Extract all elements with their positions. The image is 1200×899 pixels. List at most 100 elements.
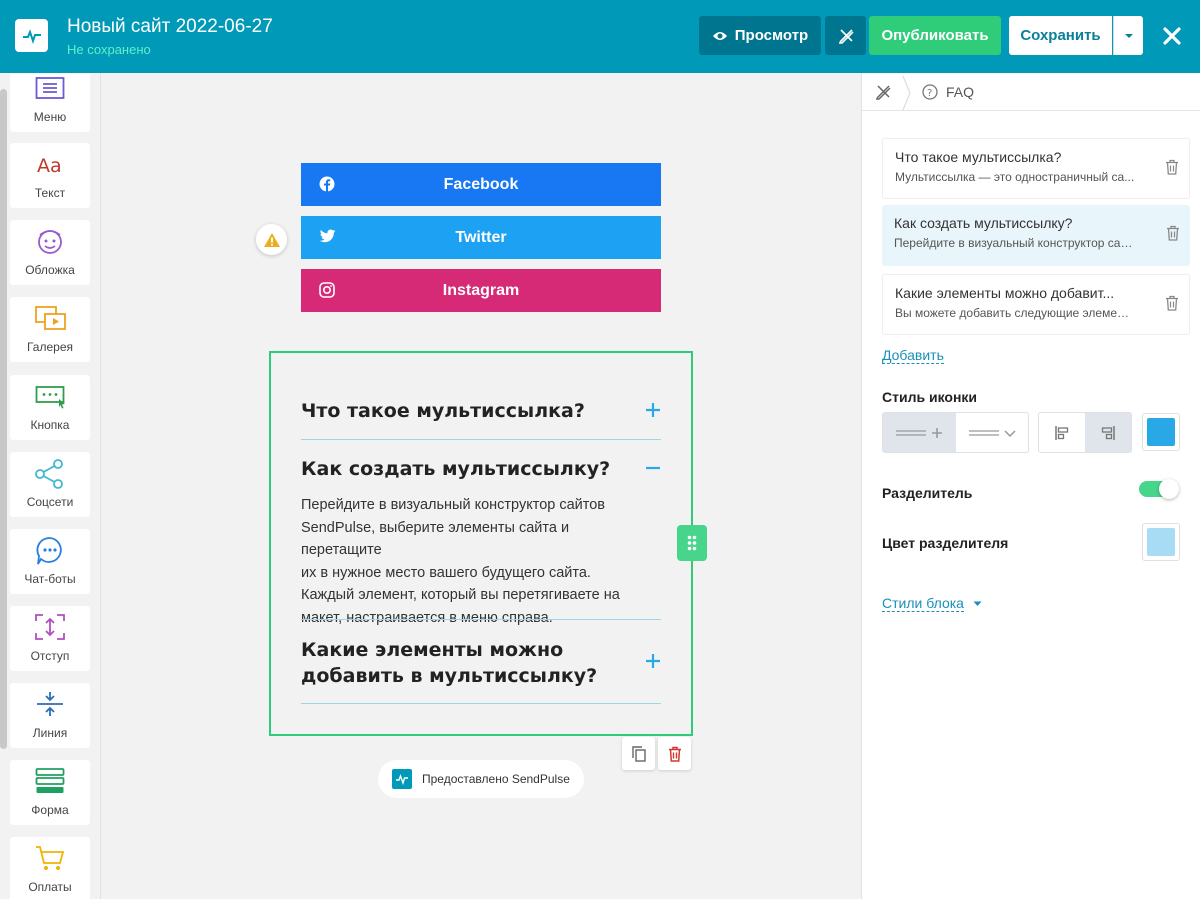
delete-block-button[interactable]: [658, 737, 691, 770]
cart-icon: [36, 846, 65, 870]
faq-answer-line: SendPulse, выберите элементы сайта и пер…: [301, 519, 570, 559]
sendpulse-logo[interactable]: [15, 19, 48, 52]
instagram-button[interactable]: Instagram: [301, 269, 661, 312]
icon-style-plus-option[interactable]: [883, 413, 956, 452]
warning-icon: [263, 232, 280, 247]
twitter-button[interactable]: Twitter: [301, 216, 661, 259]
share-icon: [35, 459, 63, 489]
plus-icon[interactable]: [645, 653, 661, 669]
tool-menu-label: Меню: [33, 110, 67, 124]
instagram-label: Instagram: [442, 281, 520, 299]
site-title[interactable]: Новый сайт 2022-06-27: [67, 16, 273, 38]
tool-cover-label: Обложка: [25, 263, 75, 277]
preview-button[interactable]: Просмотр: [699, 16, 821, 55]
tool-text-label: Текст: [34, 186, 66, 200]
duplicate-block-button[interactable]: [622, 737, 655, 770]
tool-social[interactable]: Соцсети: [10, 452, 90, 517]
design-tools-icon[interactable]: [874, 83, 892, 101]
tool-button[interactable]: Кнопка: [10, 375, 90, 440]
minus-icon[interactable]: [645, 460, 661, 476]
tool-cover[interactable]: Обложка: [10, 220, 90, 285]
align-left-icon: [1055, 425, 1069, 440]
chatbot-icon: [36, 537, 62, 565]
publish-button[interactable]: Опубликовать: [869, 16, 1001, 55]
trash-icon[interactable]: [1165, 159, 1179, 175]
icon-color-picker[interactable]: [1142, 413, 1180, 451]
block-styles-link[interactable]: Стили блока: [882, 595, 964, 612]
preview-label: Просмотр: [734, 27, 809, 44]
faq-list-item[interactable]: Что такое мультиссылка? Мультиссылка — э…: [882, 138, 1190, 199]
faq-divider: [301, 439, 661, 440]
chevron-right-icon: [902, 75, 911, 111]
warning-indicator[interactable]: [256, 224, 287, 255]
icon-align-right-option[interactable]: [1085, 413, 1131, 452]
tool-chatbots-label: Чат-боты: [24, 572, 76, 586]
tool-line[interactable]: Линия: [10, 683, 90, 748]
faq-divider: [301, 703, 661, 704]
tool-gallery-label: Галерея: [26, 340, 74, 354]
breadcrumb-current[interactable]: FAQ: [946, 84, 974, 100]
trash-icon[interactable]: [1165, 295, 1179, 311]
icon-style-label: Стиль иконки: [882, 389, 978, 405]
svg-text:Aa: Aa: [37, 155, 62, 177]
help-icon: ?: [922, 84, 938, 100]
design-tools-icon: [838, 28, 854, 44]
instagram-icon: [319, 282, 335, 298]
line-icon: [37, 692, 63, 716]
facebook-button[interactable]: Facebook: [301, 163, 661, 206]
tool-menu[interactable]: Меню: [10, 73, 90, 132]
tool-text[interactable]: Aa Текст: [10, 143, 90, 208]
twitter-icon: [319, 229, 336, 243]
sidebar-scrollbar[interactable]: [0, 89, 7, 749]
tool-payments[interactable]: Оплаты: [10, 837, 90, 899]
tool-chatbots[interactable]: Чат-боты: [10, 529, 90, 594]
add-faq-item-link[interactable]: Добавить: [882, 347, 944, 364]
faq-answer-line: Перейдите в визуальный конструктор сайто…: [301, 497, 606, 513]
faq-list-answer: Мультиссылка — это одностраничный са...: [895, 170, 1135, 184]
button-icon: [35, 386, 65, 409]
faq-list-question: Какие элементы можно добавит...: [895, 285, 1115, 301]
tool-form[interactable]: Форма: [10, 760, 90, 825]
tool-payments-label: Оплаты: [28, 880, 72, 894]
icon-position-selector: [1038, 412, 1132, 453]
faq-question-2[interactable]: Как создать мультиссылку?: [301, 458, 610, 480]
tool-gallery[interactable]: Галерея: [10, 297, 90, 362]
close-button[interactable]: [1156, 20, 1188, 52]
faq-question-3[interactable]: Какие элементы можно добавить в мультисс…: [301, 637, 597, 689]
drag-dots-icon: [687, 535, 697, 551]
powered-by-label: Предоставлено SendPulse: [422, 772, 570, 786]
divider-color-picker[interactable]: [1142, 523, 1180, 561]
caret-down-icon: [973, 601, 982, 606]
icon-color-swatch: [1147, 418, 1175, 446]
faq-list-item-active[interactable]: Как создать мультиссылку? Перейдите в ви…: [882, 205, 1190, 266]
faq-question-1[interactable]: Что такое мультиссылка?: [301, 400, 585, 422]
eye-icon: [712, 31, 727, 40]
icon-align-left-option[interactable]: [1039, 413, 1085, 452]
settings-panel: ? FAQ Что такое мультиссылка? Мультиссыл…: [861, 73, 1200, 899]
close-icon: [1163, 27, 1181, 45]
design-button[interactable]: [825, 16, 866, 55]
tool-button-label: Кнопка: [30, 418, 70, 432]
divider-toggle[interactable]: [1139, 479, 1179, 499]
line-chevron-icon: [968, 429, 1016, 437]
text-icon: Aa: [37, 155, 62, 177]
plus-icon[interactable]: [645, 402, 661, 418]
icon-style-selector: [882, 412, 1029, 453]
faq-list-answer: Вы можете добавить следующие элемент...: [895, 306, 1135, 320]
svg-text:?: ?: [927, 88, 932, 99]
breadcrumb: ? FAQ: [862, 73, 1200, 111]
drag-handle[interactable]: [677, 525, 707, 561]
faq-divider: [301, 619, 661, 620]
elements-sidebar: Меню Aa Текст Обложка Галерея Кнопка Соц…: [0, 73, 101, 899]
powered-by-badge[interactable]: Предоставлено SendPulse: [378, 760, 584, 798]
icon-style-chevron-option[interactable]: [956, 413, 1029, 452]
save-options-button[interactable]: [1113, 16, 1143, 55]
trash-icon[interactable]: [1166, 225, 1180, 241]
faq-list-item[interactable]: Какие элементы можно добавит... Вы может…: [882, 274, 1190, 335]
faq-answer-line: их в нужное место вашего будущего сайта.: [301, 564, 591, 581]
save-status: Не сохранено: [67, 42, 151, 57]
tool-spacing[interactable]: Отступ: [10, 606, 90, 671]
divider-label: Разделитель: [882, 485, 973, 501]
twitter-label: Twitter: [455, 228, 507, 246]
save-button[interactable]: Сохранить: [1009, 16, 1112, 55]
